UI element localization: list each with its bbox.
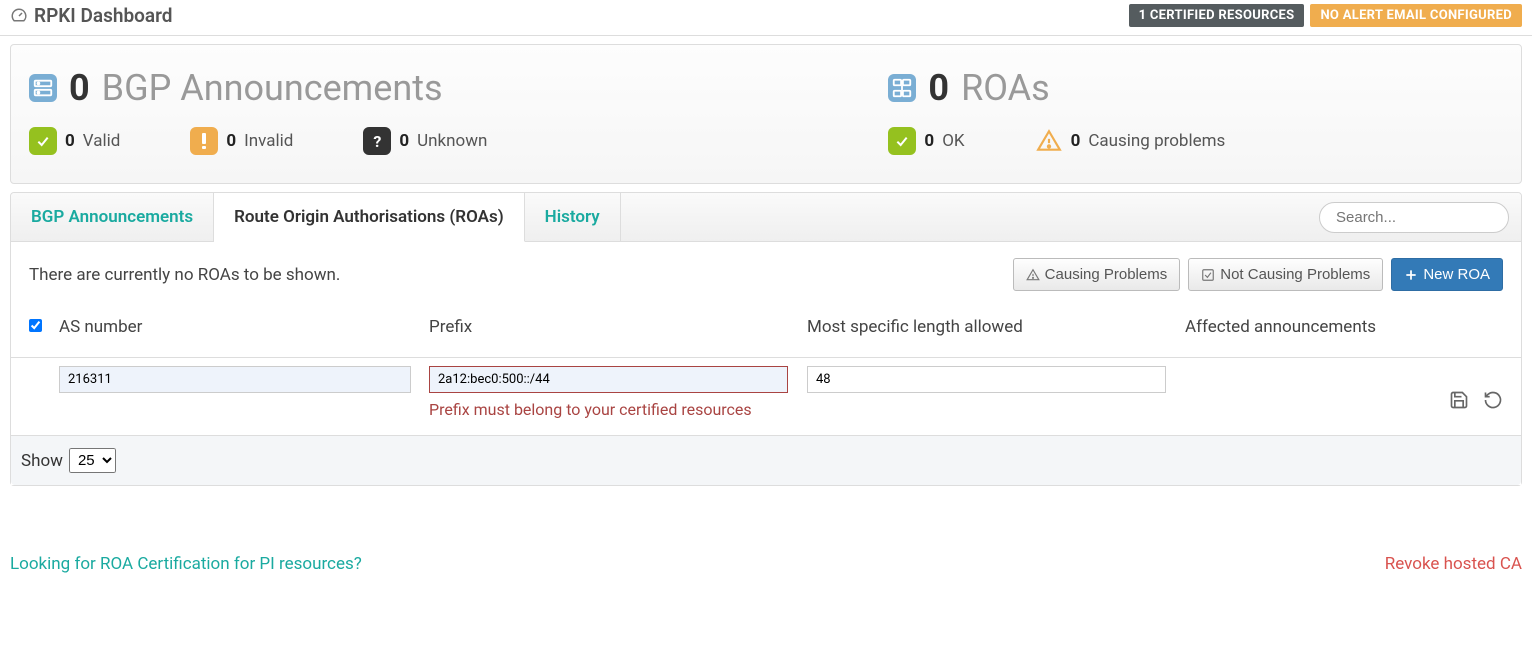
check-square-icon — [1201, 268, 1215, 282]
problems-stat: 0 Causing problems — [1035, 127, 1226, 155]
new-roa-button[interactable]: New ROA — [1391, 258, 1503, 291]
reset-row-button[interactable] — [1483, 390, 1503, 410]
undo-icon — [1483, 390, 1503, 410]
select-all-checkbox[interactable] — [29, 319, 42, 332]
empty-message: There are currently no ROAs to be shown. — [29, 265, 340, 285]
unknown-stat: ? 0 Unknown — [363, 127, 487, 155]
roa-count: 0 — [928, 67, 949, 109]
roa-label: ROAs — [961, 67, 1050, 109]
max-length-input[interactable] — [807, 366, 1166, 393]
bgp-count: 0 — [69, 67, 90, 109]
save-icon — [1449, 390, 1469, 410]
warning-icon — [1026, 268, 1040, 282]
gauge-icon — [10, 7, 28, 25]
ok-icon — [888, 127, 916, 155]
pi-resources-link[interactable]: Looking for ROA Certification for PI res… — [10, 554, 362, 574]
roa-icon — [888, 74, 916, 102]
prefix-error-text: Prefix must belong to your certified res… — [429, 399, 769, 421]
tab-history[interactable]: History — [525, 193, 621, 241]
tab-roas[interactable]: Route Origin Authorisations (ROAs) — [214, 193, 525, 242]
revoke-ca-link[interactable]: Revoke hosted CA — [1385, 554, 1522, 574]
col-as-number: AS number — [59, 317, 429, 337]
col-affected: Affected announcements — [1185, 317, 1503, 337]
invalid-stat: 0 Invalid — [190, 127, 293, 155]
page-title: RPKI Dashboard — [10, 4, 172, 27]
table-row: Prefix must belong to your certified res… — [11, 358, 1521, 436]
as-number-input[interactable] — [59, 366, 411, 393]
col-max-length: Most specific length allowed — [807, 317, 1185, 337]
ok-stat: 0 OK — [888, 127, 964, 155]
table-header: AS number Prefix Most specific length al… — [11, 307, 1521, 358]
search-input[interactable] — [1319, 202, 1509, 233]
save-row-button[interactable] — [1449, 390, 1469, 410]
page-title-text: RPKI Dashboard — [34, 4, 172, 27]
bgp-icon — [29, 74, 57, 102]
not-causing-problems-button[interactable]: Not Causing Problems — [1188, 258, 1383, 291]
roa-stats: 0 ROAs 0 OK 0 Causing problems — [888, 67, 1503, 155]
causing-problems-button[interactable]: Causing Problems — [1013, 258, 1181, 291]
tab-bgp-announcements[interactable]: BGP Announcements — [11, 193, 214, 241]
invalid-icon — [190, 127, 218, 155]
prefix-input[interactable] — [429, 366, 788, 393]
valid-stat: 0 Valid — [29, 127, 120, 155]
certified-resources-badge[interactable]: 1 CERTIFIED RESOURCES — [1129, 4, 1305, 27]
col-prefix: Prefix — [429, 317, 807, 337]
alert-email-badge[interactable]: NO ALERT EMAIL CONFIGURED — [1310, 4, 1522, 27]
warning-icon — [1035, 127, 1063, 155]
bgp-label: BGP Announcements — [102, 67, 443, 109]
unknown-icon: ? — [363, 127, 391, 155]
valid-icon — [29, 127, 57, 155]
plus-icon — [1404, 268, 1418, 282]
bgp-stats: 0 BGP Announcements 0 Valid 0 Invalid — [29, 67, 848, 155]
show-label: Show — [21, 451, 63, 471]
page-size-select[interactable]: 25 — [69, 448, 116, 473]
